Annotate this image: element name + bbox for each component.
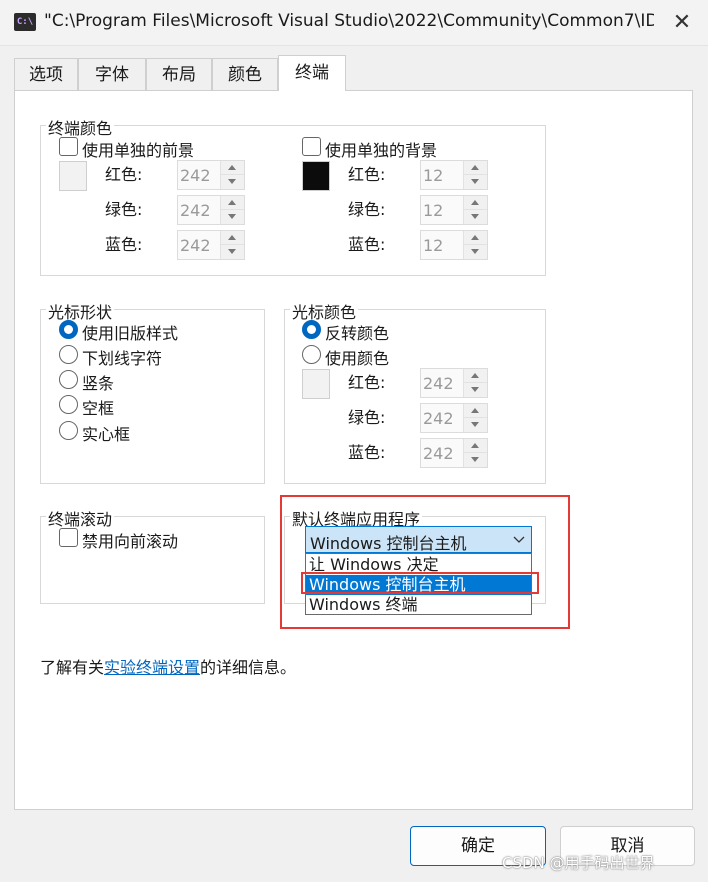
cursor-invert-color-label: 反转颜色 [325,324,390,343]
separate-background-label: 使用单独的背景 [325,141,438,160]
disable-scroll-forward-checkbox[interactable] [59,528,78,547]
background-red-value: 12 [423,166,444,185]
info-prefix: 了解有关 [40,658,105,677]
cursor-green-value: 242 [423,409,454,428]
highlight-annotation-option [301,572,539,594]
foreground-red-value: 242 [180,166,211,185]
spin-up-icon[interactable] [464,439,487,453]
spin-up-icon[interactable] [464,369,487,383]
cursor-vertical-bar-radio[interactable] [59,370,78,389]
window-title: "C:\Program Files\Microsoft Visual Studi… [44,11,654,31]
disable-scroll-forward-label: 禁用向前滚动 [82,532,179,551]
spin-up-icon[interactable] [221,231,244,245]
cursor-color-swatch[interactable] [302,369,330,399]
cursor-use-color-label: 使用颜色 [325,349,390,368]
foreground-green-spinner[interactable]: 242 [177,195,245,225]
spin-down-icon[interactable] [464,383,487,397]
cursor-green-label: 绿色: [348,408,386,427]
cursor-red-spinner[interactable]: 242 [420,368,488,398]
info-suffix: 的详细信息。 [200,658,297,677]
background-color-swatch[interactable] [302,161,330,191]
spin-down-icon[interactable] [464,453,487,467]
cursor-solid-box-label: 实心框 [82,425,131,444]
foreground-blue-spinner[interactable]: 242 [177,230,245,260]
cursor-blue-spinner[interactable]: 242 [420,438,488,468]
cursor-underline-label: 下划线字符 [82,349,163,368]
foreground-blue-value: 242 [180,236,211,255]
spin-down-icon[interactable] [221,210,244,224]
spin-up-icon[interactable] [221,196,244,210]
tab-terminal[interactable]: 终端 [278,55,346,91]
foreground-red-spinner[interactable]: 242 [177,160,245,190]
experimental-terminal-settings-link[interactable]: 实验终端设置 [104,658,200,677]
cursor-solid-box-radio[interactable] [59,421,78,440]
tab-options[interactable]: 选项 [14,58,78,90]
background-blue-spinner[interactable]: 12 [420,230,488,260]
background-green-spinner[interactable]: 12 [420,195,488,225]
terminal-scrolling-title: 终端滚动 [46,506,115,530]
close-icon: ✕ [672,10,692,35]
title-bar: C:\ "C:\Program Files\Microsoft Visual S… [0,0,708,46]
cursor-green-spinner[interactable]: 242 [420,403,488,433]
close-button[interactable]: ✕ [664,6,700,40]
foreground-color-swatch[interactable] [59,161,87,191]
spin-down-icon[interactable] [464,418,487,432]
background-blue-label: 蓝色: [348,235,386,254]
spin-up-icon[interactable] [464,231,487,245]
cursor-red-label: 红色: [348,373,386,392]
cursor-invert-color-radio[interactable] [302,320,321,339]
foreground-red-label: 红色: [105,165,143,184]
tab-colors[interactable]: 颜色 [212,58,278,90]
background-green-label: 绿色: [348,200,386,219]
experimental-info-text: 了解有关实验终端设置的详细信息。 [40,654,296,678]
foreground-blue-label: 蓝色: [105,235,143,254]
spin-down-icon[interactable] [221,175,244,189]
foreground-green-label: 绿色: [105,200,143,219]
cursor-legacy-radio[interactable] [59,320,78,339]
highlight-annotation-box [280,495,570,629]
cursor-use-color-radio[interactable] [302,345,321,364]
cursor-red-value: 242 [423,374,454,393]
spin-down-icon[interactable] [464,210,487,224]
separate-foreground-label: 使用单独的前景 [82,141,195,160]
spin-down-icon[interactable] [221,245,244,259]
cursor-underline-radio[interactable] [59,345,78,364]
spin-up-icon[interactable] [464,404,487,418]
cursor-blue-label: 蓝色: [348,443,386,462]
console-app-icon: C:\ [14,13,36,31]
background-blue-value: 12 [423,236,444,255]
background-red-label: 红色: [348,165,386,184]
cursor-blue-value: 242 [423,444,454,463]
spin-up-icon[interactable] [464,196,487,210]
spin-up-icon[interactable] [464,161,487,175]
spin-up-icon[interactable] [221,161,244,175]
separate-foreground-checkbox[interactable] [59,137,78,156]
tab-layout[interactable]: 布局 [146,58,212,90]
cursor-empty-box-label: 空框 [82,399,115,418]
separate-background-checkbox[interactable] [302,137,321,156]
spin-down-icon[interactable] [464,245,487,259]
spin-down-icon[interactable] [464,175,487,189]
tab-font[interactable]: 字体 [78,58,146,90]
cursor-legacy-label: 使用旧版样式 [82,324,179,343]
foreground-green-value: 242 [180,201,211,220]
watermark: CSDN @用手码出世界 [502,854,655,872]
cursor-empty-box-radio[interactable] [59,395,78,414]
background-green-value: 12 [423,201,444,220]
background-red-spinner[interactable]: 12 [420,160,488,190]
terminal-colors-title: 终端颜色 [46,115,115,139]
cursor-vertical-bar-label: 竖条 [82,374,115,393]
